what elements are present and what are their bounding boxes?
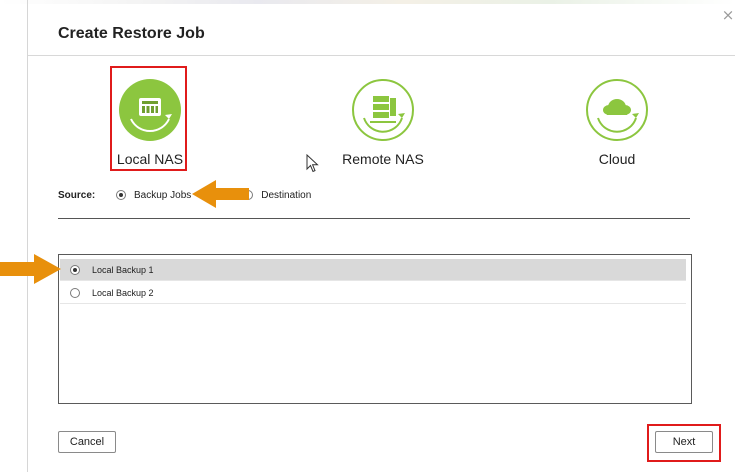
annotation-arrow-icon (192, 180, 249, 208)
close-icon[interactable]: × (721, 8, 735, 23)
restore-type-label: Cloud (598, 151, 636, 167)
source-option-backup-jobs[interactable]: Backup Jobs (116, 190, 191, 201)
title-divider (28, 55, 735, 56)
section-divider (58, 218, 690, 219)
dialog-left-border (27, 0, 28, 472)
restore-type-label: Remote NAS (342, 151, 424, 167)
job-radio[interactable] (70, 264, 80, 275)
backup-job-list: Local Backup 1 Local Backup 2 (58, 254, 692, 404)
window-top-strip (0, 0, 735, 4)
source-selector: Source: Backup Jobs Destination (58, 187, 311, 203)
list-item[interactable]: Local Backup 2 (60, 282, 686, 304)
next-button-highlight (647, 424, 721, 462)
destination-label: Destination (261, 189, 312, 201)
backup-jobs-label: Backup Jobs (134, 189, 192, 201)
annotation-arrow-icon (0, 254, 61, 284)
job-label: Local Backup 2 (92, 287, 154, 298)
source-option-destination[interactable]: Destination (243, 190, 311, 201)
dialog-title: Create Restore Job (58, 25, 205, 42)
cloud-icon (586, 79, 648, 141)
restore-type-cloud[interactable]: Cloud (552, 79, 682, 167)
local-nas-highlight (110, 66, 187, 171)
list-item[interactable]: Local Backup 1 (60, 259, 686, 281)
create-restore-job-dialog: × Create Restore Job Local NAS Remote NA… (0, 0, 735, 472)
restore-type-remote-nas[interactable]: Remote NAS (318, 79, 448, 167)
mouse-cursor-icon (306, 154, 319, 173)
job-label: Local Backup 1 (92, 264, 154, 275)
cancel-button[interactable]: Cancel (58, 431, 116, 453)
remote-server-icon (352, 79, 414, 141)
backup-jobs-radio[interactable] (116, 190, 126, 200)
job-radio[interactable] (70, 287, 80, 298)
source-label: Source: (58, 189, 96, 201)
